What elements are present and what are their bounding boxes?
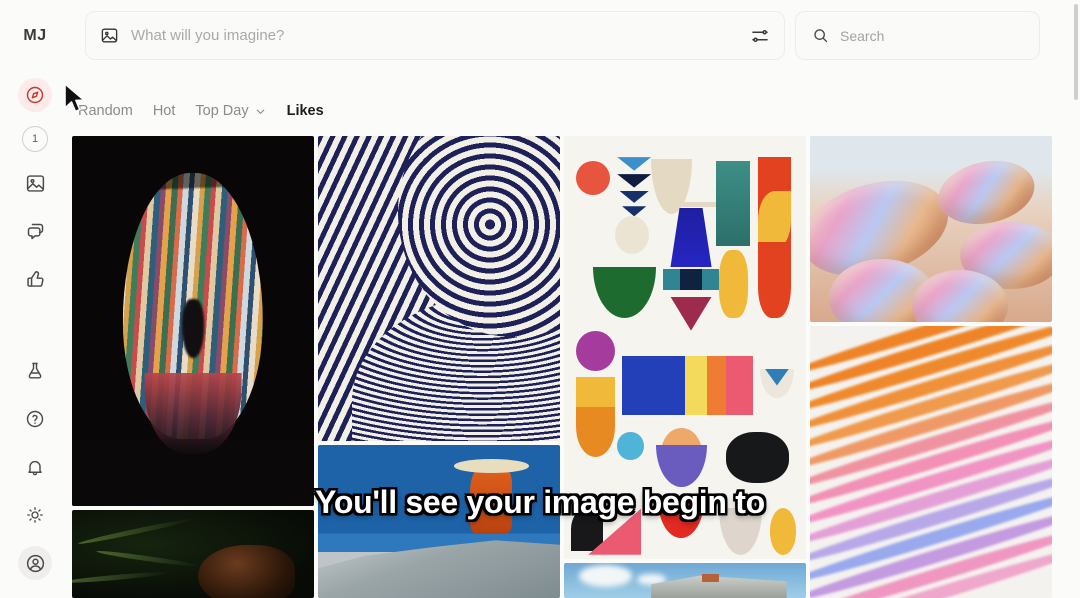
image-gallery	[72, 136, 1072, 598]
gallery-tile-monk-on-rock[interactable]	[318, 445, 560, 598]
help-circle-icon	[25, 409, 45, 429]
gallery-column	[72, 136, 314, 598]
sidebar-item-experiments[interactable]	[18, 354, 52, 388]
flask-icon	[25, 361, 45, 381]
shape-triangle-maroon	[670, 296, 712, 331]
shape-rect-navy	[680, 269, 702, 291]
monk-rock	[318, 540, 560, 598]
account-circle-icon	[25, 553, 46, 574]
shape-trapezoid-blue	[670, 207, 712, 268]
sidebar-item-help[interactable]	[18, 402, 52, 436]
shape-half-circle-grey	[718, 508, 763, 555]
bell-icon	[25, 457, 45, 477]
compass-icon	[25, 85, 45, 105]
shape-circle-red	[576, 161, 610, 196]
top-bar	[70, 0, 1080, 70]
gallery-tile-navy-stripe-op-art[interactable]	[318, 136, 560, 441]
gallery-tile-iridescent-metallic-stones[interactable]	[810, 136, 1052, 322]
house-chimney	[701, 574, 719, 582]
shape-rect-orange	[706, 355, 727, 416]
shape-circle-yellow	[769, 508, 797, 555]
image-icon[interactable]	[100, 26, 119, 45]
app-logo[interactable]: MJ	[7, 20, 63, 52]
monk-hat	[453, 458, 529, 473]
tab-label: Likes	[286, 103, 324, 119]
sidebar: MJ 1	[0, 0, 70, 598]
sidebar-item-chat[interactable]	[18, 214, 52, 248]
app-window: MJ 1 What will you imagine? Search Rando…	[0, 0, 1080, 598]
gallery-tile-dark-jungle-foliage[interactable]	[72, 510, 314, 598]
shape-rect-red-lower	[757, 241, 792, 318]
tab-label: Hot	[152, 103, 176, 119]
sidebar-item-gallery[interactable]	[18, 166, 52, 200]
scrollbar-thumb[interactable]	[1074, 4, 1078, 100]
shape-half-circle-red	[658, 499, 705, 538]
jungle-leaf	[72, 570, 169, 585]
portrait-shoulders	[72, 439, 314, 506]
gallery-column	[318, 136, 560, 598]
shape-quarter-black	[571, 508, 603, 551]
prompt-bar[interactable]	[85, 11, 785, 60]
shape-rounded-orange	[576, 406, 615, 458]
sidebar-item-appearance[interactable]	[18, 498, 52, 532]
shape-rect-yellow	[576, 377, 615, 407]
chevron-down-icon	[254, 105, 267, 118]
thumbs-up-icon	[25, 269, 46, 290]
jungle-leaf	[96, 548, 198, 568]
search-input[interactable]	[840, 27, 1023, 44]
tab-random[interactable]: Random	[78, 103, 133, 119]
shape-half-circle-green	[593, 267, 656, 318]
image-icon	[25, 173, 46, 194]
monk-figure	[470, 463, 512, 534]
shape-capsule-yellow	[718, 250, 748, 318]
tab-label: Top Day	[195, 103, 249, 119]
gallery-tile-sky-with-house-roof[interactable]	[564, 563, 806, 598]
jungle-leaf	[77, 517, 193, 547]
shape-triangle-blue	[617, 157, 652, 171]
sidebar-bottom-nav	[18, 354, 52, 580]
shape-circle-cyan	[617, 432, 644, 460]
shape-rect-blue	[622, 355, 685, 416]
chat-bubble-icon	[25, 221, 46, 242]
gallery-column	[564, 136, 806, 598]
sidebar-item-count-badge[interactable]: 1	[22, 126, 48, 152]
gallery-column	[810, 136, 1052, 598]
iridescent-blob	[932, 152, 1041, 233]
shape-bar-cream	[665, 201, 719, 208]
search-icon	[812, 27, 829, 44]
prompt-input[interactable]	[131, 27, 740, 44]
sidebar-item-notifications[interactable]	[18, 450, 52, 484]
portrait-nose	[182, 298, 204, 358]
search-bar[interactable]	[795, 11, 1040, 60]
gallery-tile-orange-pink-gradient-waves[interactable]	[810, 326, 1052, 598]
gallery-tile-bauhaus-geometric-shapes[interactable]	[564, 136, 806, 559]
filter-tabs: Random Hot Top Day Likes	[78, 98, 324, 124]
sky-cloud	[578, 565, 632, 587]
tab-top-day[interactable]: Top Day	[195, 103, 266, 119]
sliders-icon[interactable]	[740, 26, 770, 46]
sidebar-item-explore[interactable]	[18, 78, 52, 112]
gallery-tile-colorful-painted-portrait[interactable]	[72, 136, 314, 506]
tab-hot[interactable]: Hot	[153, 103, 176, 119]
tab-likes[interactable]: Likes	[287, 103, 324, 119]
tab-label: Random	[78, 103, 133, 119]
shape-half-circle-purple	[655, 444, 707, 488]
shape-triangle-navy	[622, 206, 647, 217]
shape-triangle-navy	[619, 190, 649, 203]
shape-blob-black	[726, 432, 790, 483]
shape-circle-cream	[614, 216, 649, 255]
shape-rect-teal-tall	[716, 161, 751, 246]
shape-rect-yellow2	[685, 355, 707, 416]
sun-icon	[25, 505, 45, 525]
shape-rect-pink	[726, 355, 753, 416]
shape-circle-magenta	[576, 330, 615, 371]
sidebar-item-account[interactable]	[18, 546, 52, 580]
jungle-creature	[197, 545, 295, 598]
sidebar-item-likes[interactable]	[18, 262, 52, 296]
sidebar-top-nav: 1	[18, 78, 52, 296]
badge-count-label: 1	[31, 133, 39, 145]
shape-triangle-navy	[617, 174, 652, 188]
